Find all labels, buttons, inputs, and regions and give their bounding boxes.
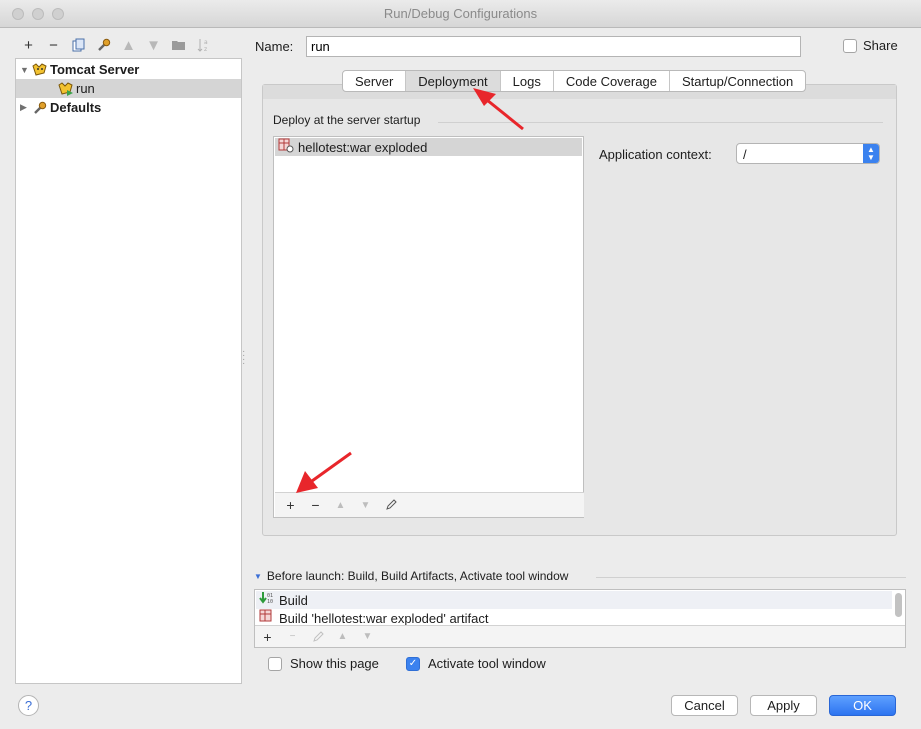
annotation-arrow-add xyxy=(296,451,352,493)
annotation-arrows xyxy=(296,88,524,493)
annotation-arrow-deployment xyxy=(473,88,524,131)
